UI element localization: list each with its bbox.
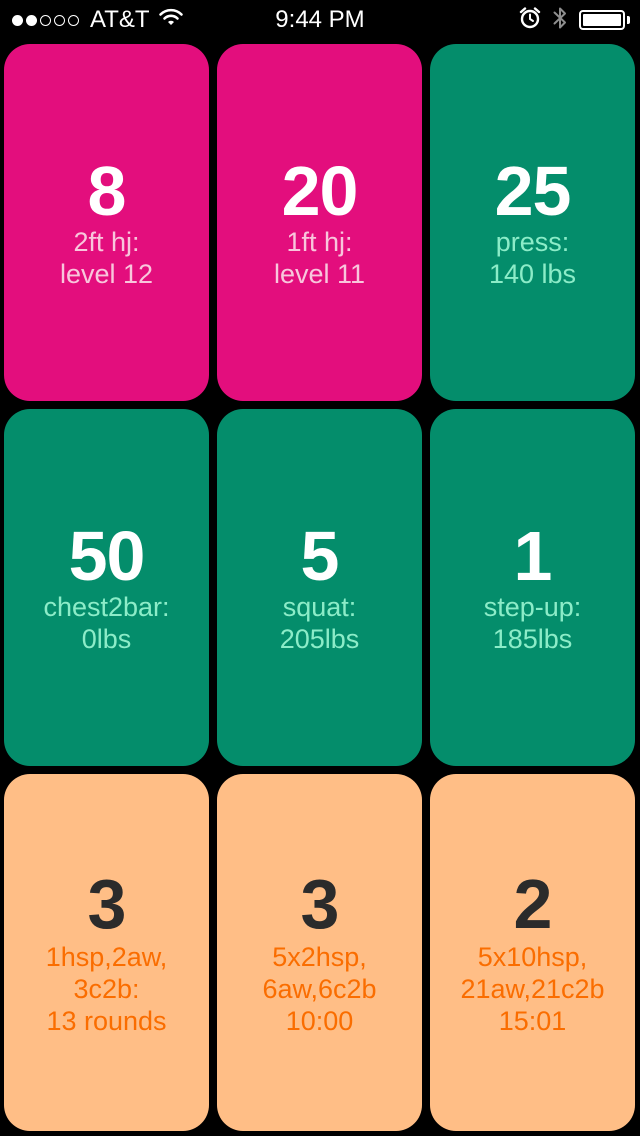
workout-tile[interactable]: 3 1hsp,2aw, 3c2b: 13 rounds: [4, 774, 209, 1131]
workout-tile[interactable]: 8 2ft hj: level 12: [4, 44, 209, 401]
tile-count: 8: [87, 151, 127, 230]
workout-tile[interactable]: 1 step-up: 185lbs: [430, 409, 635, 766]
workout-tile[interactable]: 3 5x2hsp, 6aw,6c2b 10:00: [217, 774, 422, 1131]
status-bar: AT&T 9:44 PM: [0, 0, 640, 40]
tile-description: 1ft hj: level 11: [273, 226, 366, 289]
workout-tile[interactable]: 50 chest2bar: 0lbs: [4, 409, 209, 766]
workout-grid: 8 2ft hj: level 12 20 1ft hj: level 11 2…: [4, 44, 636, 1131]
tile-description: 2ft hj: level 12: [59, 226, 154, 289]
bluetooth-icon: [553, 6, 567, 35]
tile-description: press: 140 lbs: [488, 226, 577, 289]
tile-count: 2: [513, 864, 553, 943]
tile-description: 1hsp,2aw, 3c2b: 13 rounds: [45, 941, 168, 1036]
tile-count: 3: [87, 864, 127, 943]
alarm-clock-icon: [519, 6, 541, 34]
tile-count: 20: [281, 151, 359, 230]
tile-description: squat: 205lbs: [279, 591, 360, 654]
tile-description: 5x10hsp, 21aw,21c2b 15:01: [460, 941, 605, 1036]
workout-tile[interactable]: 2 5x10hsp, 21aw,21c2b 15:01: [430, 774, 635, 1131]
tile-description: step-up: 185lbs: [483, 591, 582, 654]
tile-count: 1: [513, 516, 553, 595]
workout-tile[interactable]: 20 1ft hj: level 11: [217, 44, 422, 401]
tile-description: 5x2hsp, 6aw,6c2b 10:00: [262, 941, 377, 1036]
workout-tile[interactable]: 5 squat: 205lbs: [217, 409, 422, 766]
tile-count: 50: [68, 516, 146, 595]
battery-fill: [583, 14, 621, 26]
tile-count: 3: [300, 864, 340, 943]
tile-count: 25: [494, 151, 572, 230]
tile-description: chest2bar: 0lbs: [43, 591, 170, 654]
tile-count: 5: [300, 516, 340, 595]
battery-icon: [579, 10, 625, 30]
status-right: [507, 6, 630, 34]
workout-tile[interactable]: 25 press: 140 lbs: [430, 44, 635, 401]
battery-nub: [627, 16, 630, 24]
